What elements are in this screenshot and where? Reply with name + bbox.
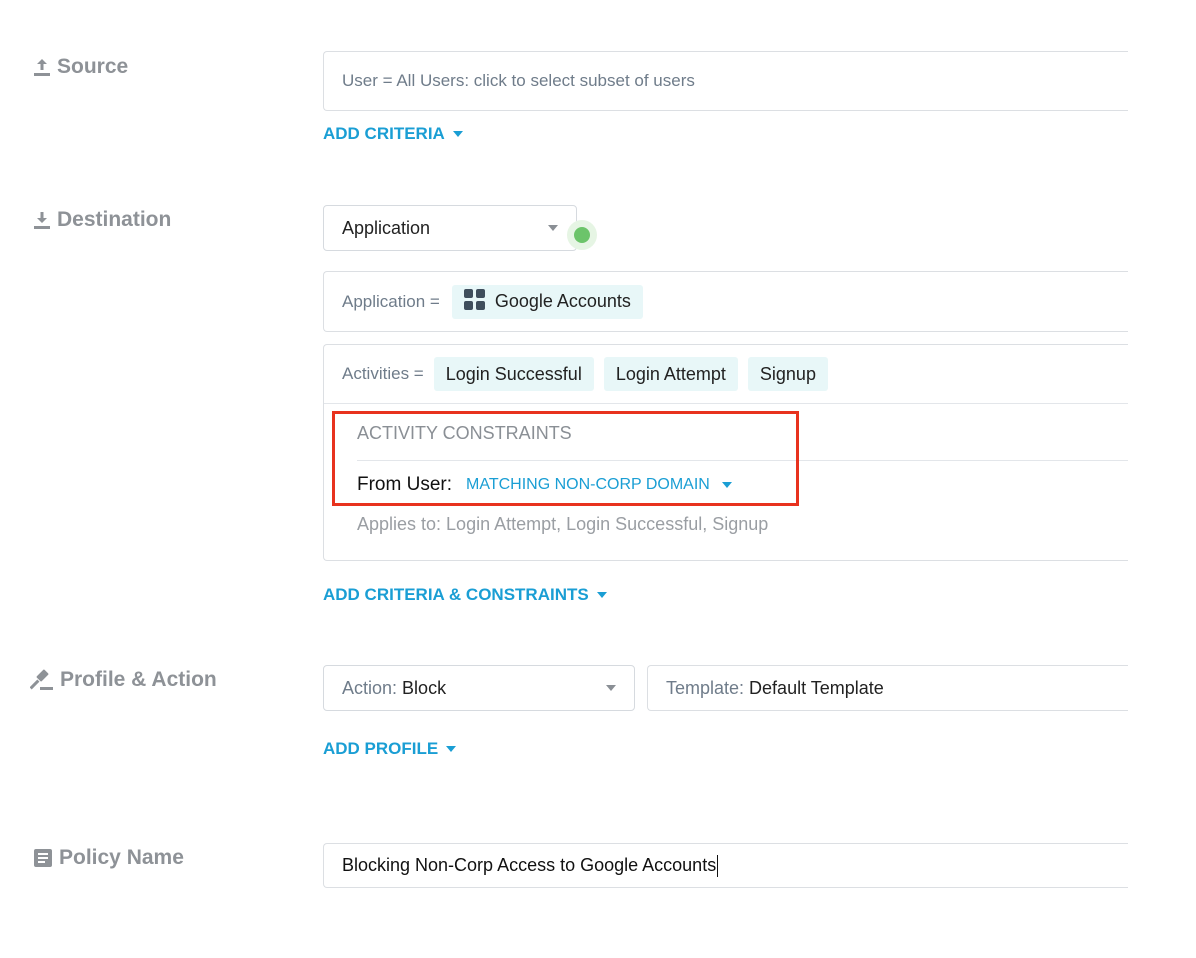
add-criteria-button[interactable]: ADD CRITERIA (323, 124, 463, 144)
activity-chip[interactable]: Signup (747, 357, 828, 391)
policy-name-label: Policy Name (33, 846, 184, 870)
add-criteria-label: ADD CRITERIA (323, 124, 445, 143)
chevron-down-icon (452, 131, 463, 137)
destination-type-select[interactable]: Application (323, 205, 577, 251)
status-dot (574, 227, 590, 243)
chevron-down-icon (548, 225, 558, 231)
activities-prefix: Activities = (342, 364, 424, 383)
profile-action-label: Profile & Action (30, 668, 217, 692)
application-chip-label: Google Accounts (494, 291, 631, 311)
activity-chip[interactable]: Login Successful (433, 357, 594, 391)
app-grid-icon (463, 288, 485, 315)
activities-row[interactable]: Activities = Login Successful Login Atte… (342, 357, 828, 391)
destination-label: Destination (33, 208, 171, 232)
highlight-box (332, 411, 799, 506)
source-label: Source (33, 55, 128, 79)
chevron-down-icon (446, 746, 457, 752)
applies-to-text: Applies to: Login Attempt, Login Success… (357, 514, 769, 534)
divider (324, 403, 1128, 404)
user-field-text: User = All Users: click to select subset… (342, 71, 695, 90)
template-select[interactable]: Template: Default Template (647, 665, 1128, 711)
document-icon (33, 848, 53, 868)
add-profile-label: ADD PROFILE (323, 739, 439, 758)
text-cursor (717, 854, 719, 877)
template-value: Default Template (749, 677, 884, 698)
application-prefix: Application = (342, 291, 440, 311)
action-prefix: Action: (342, 677, 398, 698)
policy-name-value: Blocking Non-Corp Access to Google Accou… (342, 855, 717, 875)
download-icon (33, 210, 51, 230)
template-prefix: Template: (666, 677, 745, 698)
add-criteria-constraints-label: ADD CRITERIA & CONSTRAINTS (323, 585, 589, 604)
destination-type-value: Application (342, 217, 431, 238)
activity-chip[interactable]: Login Attempt (603, 357, 738, 391)
application-chip[interactable]: Google Accounts (451, 284, 643, 319)
policy-name-input[interactable]: Blocking Non-Corp Access to Google Accou… (323, 843, 1128, 888)
user-field[interactable]: User = All Users: click to select subset… (323, 51, 1128, 111)
add-criteria-constraints-button[interactable]: ADD CRITERIA & CONSTRAINTS (323, 585, 607, 605)
chevron-down-icon (606, 685, 616, 691)
chevron-down-icon (596, 592, 607, 598)
action-select[interactable]: Action: Block (323, 665, 635, 711)
action-value: Block (402, 677, 447, 698)
application-field[interactable]: Application = Google Accounts (323, 271, 1128, 332)
upload-icon (33, 57, 51, 77)
status-indicator (567, 220, 597, 250)
gavel-icon (30, 669, 54, 691)
add-profile-button[interactable]: ADD PROFILE (323, 739, 457, 759)
